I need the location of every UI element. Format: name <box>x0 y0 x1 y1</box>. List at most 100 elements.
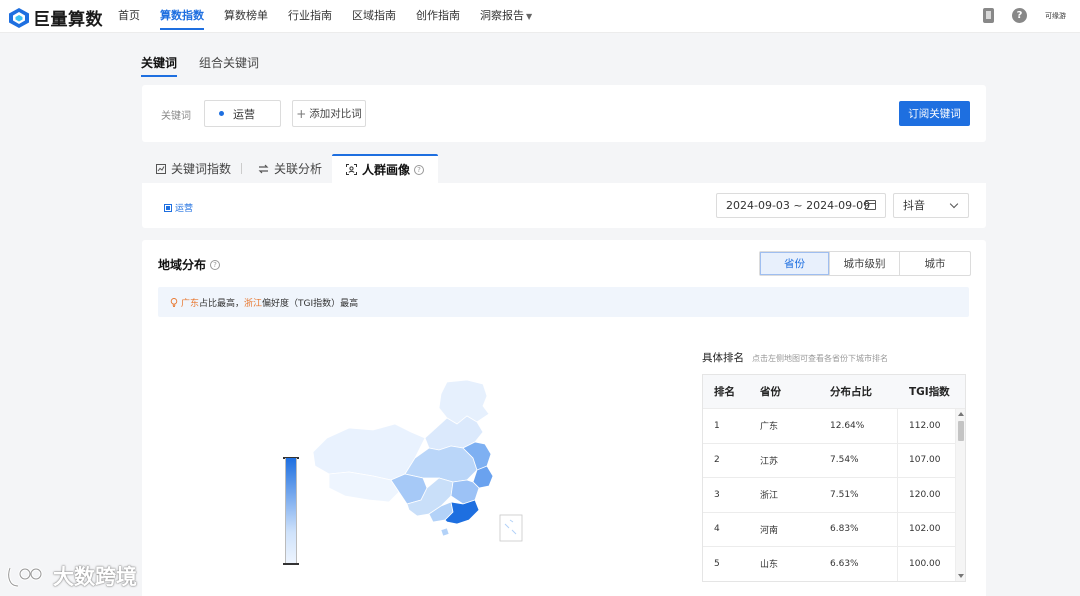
cell-tgi: 120.00 <box>909 489 941 500</box>
tab-persona[interactable]: 人群画像 ? <box>332 154 439 183</box>
swap-icon <box>258 164 269 173</box>
top-navbar: 巨量算数 首页 算数指数 算数榜单 行业指南 区域指南 创作指南 洞察报告 ▼ ?… <box>0 0 1080 33</box>
cell-rank: 4 <box>714 524 720 535</box>
platform-value: 抖音 <box>903 199 925 212</box>
nav-item-index[interactable]: 算数指数 <box>150 0 214 33</box>
chevron-down-icon <box>949 199 959 209</box>
cell-share: 12.64% <box>819 409 898 443</box>
south-sea-inset <box>499 514 523 542</box>
nav-item-reports[interactable]: 洞察报告 ▼ <box>470 0 542 33</box>
main-nav: 首页 算数指数 算数榜单 行业指南 区域指南 创作指南 洞察报告 ▼ <box>108 0 542 33</box>
color-scale-bar[interactable] <box>285 458 297 564</box>
chart-icon <box>156 163 166 174</box>
nav-item-home[interactable]: 首页 <box>108 0 150 33</box>
segment-province[interactable]: 省份 <box>760 252 830 275</box>
insight-banner: 广东 占比最高， 浙江 偏好度（TGI指数）最高 <box>158 287 969 317</box>
cell-province: 广东 <box>760 422 779 433</box>
cell-province: 河南 <box>760 525 779 536</box>
scroll-down-icon[interactable] <box>958 574 964 578</box>
ranking-header: 具体排名 点击左侧地图可查看各省份下城市排名 <box>702 350 888 365</box>
user-name[interactable]: 可缘游 <box>1045 11 1066 21</box>
cell-province: 浙江 <box>760 491 779 502</box>
scan-user-icon <box>346 164 357 175</box>
section-title-text: 地域分布 <box>158 258 207 272</box>
cell-tgi: 107.00 <box>909 455 941 466</box>
ranking-title: 具体排名 <box>702 352 744 364</box>
help-question-icon[interactable]: ? <box>414 164 425 175</box>
tab-relation-analysis[interactable]: 关联分析 <box>258 154 322 183</box>
nav-item-region[interactable]: 区域指南 <box>342 0 406 33</box>
keyword-mode-tabs: 关键词 组合关键词 <box>141 54 259 77</box>
cell-rank: 3 <box>714 489 720 500</box>
cell-share: 7.51% <box>819 478 898 512</box>
cell-tgi: 100.00 <box>909 558 941 569</box>
insight-text-2: 偏好度（TGI指数）最高 <box>262 298 359 309</box>
brand-name: 巨量算数 <box>33 10 103 30</box>
table-row[interactable]: 4 河南 6.83% 102.00 <box>703 512 965 547</box>
cell-province: 山东 <box>760 560 779 571</box>
cell-province: 江苏 <box>760 456 779 467</box>
cell-rank: 2 <box>714 455 720 466</box>
nav-item-rankings[interactable]: 算数榜单 <box>214 0 278 33</box>
china-map[interactable] <box>307 378 532 548</box>
scroll-up-icon[interactable] <box>958 412 964 416</box>
analysis-tabs: 关键词指数 关联分析 人群画像 ? <box>142 154 986 183</box>
add-compare-label: 添加对比词 <box>309 108 362 120</box>
table-row[interactable]: 5 山东 6.63% 100.00 <box>703 547 965 581</box>
keyword-color-dot <box>219 111 224 116</box>
keyword-legend[interactable]: 运营 <box>164 201 193 214</box>
insight-text-1: 占比最高， <box>199 298 245 309</box>
cell-rank: 1 <box>714 420 720 431</box>
col-province: 省份 <box>760 386 781 398</box>
date-range-value: 2024-09-03 ~ 2024-09-09 <box>726 199 871 212</box>
table-scrollbar[interactable] <box>955 409 965 581</box>
col-tgi: TGI指数 <box>909 386 950 398</box>
help-icon[interactable]: ? <box>1012 8 1027 23</box>
plus-icon: + <box>296 106 307 121</box>
platform-select[interactable]: 抖音 <box>893 193 969 218</box>
legend-square-icon <box>164 203 172 212</box>
tab-combo-keyword[interactable]: 组合关键词 <box>199 54 259 77</box>
mobile-icon[interactable] <box>983 8 994 23</box>
calendar-icon <box>865 200 876 210</box>
table-row[interactable]: 3 浙江 7.51% 120.00 <box>703 478 965 513</box>
map-region-hainan <box>440 527 450 537</box>
table-row[interactable]: 1 广东 12.64% 112.00 <box>703 409 965 444</box>
tab-keyword-index[interactable]: 关键词指数 <box>156 154 231 183</box>
insight-top-tgi: 浙江 <box>244 298 263 309</box>
nav-item-industry[interactable]: 行业指南 <box>278 0 342 33</box>
table-header-row: 排名 省份 分布占比 TGI指数 <box>703 375 965 409</box>
top-right-tools: ? 可缘游 <box>983 8 1066 23</box>
cell-tgi: 102.00 <box>909 524 941 535</box>
insight-top-share: 广东 <box>181 298 200 309</box>
watermark-logo-icon <box>7 567 43 588</box>
segment-city-tier[interactable]: 城市级别 <box>830 252 900 275</box>
caret-down-icon: ▼ <box>526 12 533 21</box>
scroll-thumb[interactable] <box>958 421 964 441</box>
filter-card: 运营 2024-09-03 ~ 2024-09-09 抖音 <box>142 183 986 228</box>
tab-relation-analysis-label: 关联分析 <box>274 162 323 176</box>
tab-keyword[interactable]: 关键词 <box>141 54 178 77</box>
date-range-picker[interactable]: 2024-09-03 ~ 2024-09-09 <box>716 193 886 218</box>
tab-keyword-index-label: 关键词指数 <box>171 162 232 176</box>
region-distribution-card: 地域分布 ? 省份 城市级别 城市 广东 占比最高， 浙江 偏好度（TGI指数）… <box>142 240 986 596</box>
subscribe-keyword-button[interactable]: 订阅关键词 <box>899 101 970 126</box>
nav-item-creation[interactable]: 创作指南 <box>406 0 470 33</box>
help-question-icon[interactable]: ? <box>210 259 221 270</box>
tab-persona-label: 人群画像 <box>362 163 411 177</box>
table-row[interactable]: 2 江苏 7.54% 107.00 <box>703 443 965 478</box>
ranking-hint: 点击左侧地图可查看各省份下城市排名 <box>752 354 888 363</box>
cell-tgi: 112.00 <box>909 420 941 431</box>
keyword-search-card: 关键词 运营 + 添加对比词 订阅关键词 <box>142 85 986 142</box>
cell-share: 6.63% <box>819 547 898 581</box>
keyword-legend-label: 运营 <box>175 204 194 214</box>
scale-bottom-handle[interactable] <box>283 563 299 565</box>
cell-share: 6.83% <box>819 512 898 546</box>
brand-logo[interactable]: 巨量算数 <box>8 5 103 30</box>
cell-rank: 5 <box>714 558 720 569</box>
keyword-chip[interactable]: 运营 <box>204 100 281 127</box>
col-share: 分布占比 <box>830 386 872 398</box>
segment-city[interactable]: 城市 <box>900 252 970 275</box>
keyword-label: 关键词 <box>161 111 191 122</box>
add-compare-button[interactable]: + 添加对比词 <box>292 100 366 127</box>
